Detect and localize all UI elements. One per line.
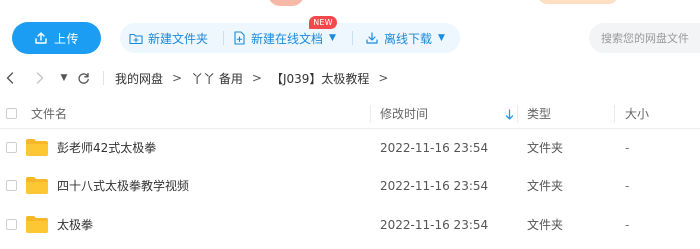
file-manager-window: 上传 新建文件夹 新建在线文档 ▼ 离线下载 ▼ NEW 搜索您的网盘文件 ▼ … [0, 0, 700, 249]
table-row[interactable]: 四十八式太极拳教学视频 2022-11-16 23:54 文件夹 - [0, 167, 700, 205]
file-table-header: 文件名 修改时间 类型 大小 [0, 99, 700, 129]
download-icon [366, 32, 378, 44]
file-type: 文件夹 [527, 218, 564, 232]
row-checkbox[interactable] [6, 180, 17, 191]
new-doc-icon [234, 31, 245, 45]
chevron-down-icon: ▼ [329, 33, 336, 43]
offline-download-label: 离线下载 [384, 31, 433, 46]
file-modified: 2022-11-16 23:54 [380, 141, 489, 155]
back-arrow-icon[interactable] [2, 69, 18, 87]
file-modified: 2022-11-16 23:54 [380, 218, 489, 232]
breadcrumb-item[interactable]: 丫丫 备用 [191, 70, 243, 87]
toolbar-actions: 新建文件夹 新建在线文档 ▼ 离线下载 ▼ [120, 23, 460, 53]
new-folder-label: 新建文件夹 [148, 31, 209, 46]
select-all-checkbox[interactable] [6, 108, 17, 119]
file-type: 文件夹 [527, 179, 564, 193]
toolbar-divider [223, 31, 224, 45]
column-header-size[interactable]: 大小 [625, 99, 649, 129]
new-badge: NEW [309, 16, 337, 29]
column-header-type[interactable]: 类型 [527, 99, 551, 129]
column-divider [614, 105, 615, 123]
forward-arrow-icon[interactable] [32, 69, 48, 87]
toolbar-divider [352, 31, 353, 45]
file-name[interactable]: 彭老师42式太极拳 [57, 129, 156, 167]
row-checkbox[interactable] [6, 142, 17, 153]
file-name[interactable]: 四十八式太极拳教学视频 [57, 167, 189, 205]
breadcrumb: 我的网盘 > 丫丫 备用 > 【J039】太极教程 > [115, 64, 397, 92]
upload-button[interactable]: 上传 [12, 22, 101, 54]
refresh-icon[interactable] [75, 69, 91, 87]
folder-icon [26, 139, 48, 156]
offline-download-button[interactable]: 离线下载 ▼ [365, 23, 445, 53]
chevron-down-icon: ▼ [438, 33, 445, 43]
upload-label: 上传 [53, 31, 79, 46]
row-checkbox[interactable] [6, 219, 17, 230]
file-modified: 2022-11-16 23:54 [380, 179, 489, 193]
upload-icon [35, 32, 47, 44]
folder-icon [26, 216, 48, 233]
new-folder-button[interactable]: 新建文件夹 [129, 23, 208, 53]
file-name[interactable]: 太极拳 [57, 206, 93, 244]
search-input[interactable]: 搜索您的网盘文件 [589, 23, 700, 53]
file-size: - [625, 141, 630, 155]
file-size: - [625, 218, 630, 232]
table-row[interactable]: 太极拳 2022-11-16 23:54 文件夹 - [0, 206, 700, 244]
file-type: 文件夹 [527, 141, 564, 155]
history-dropdown-icon[interactable]: ▼ [56, 69, 72, 87]
folder-icon [26, 177, 48, 194]
top-decoration [538, 0, 618, 4]
chevron-right-icon: > [251, 71, 262, 85]
new-folder-icon [129, 33, 143, 44]
breadcrumb-item[interactable]: 我的网盘 [115, 70, 163, 87]
top-decoration [268, 0, 304, 6]
column-header-modified[interactable]: 修改时间 [380, 99, 428, 129]
search-placeholder: 搜索您的网盘文件 [601, 32, 689, 45]
navigation-bar: ▼ 我的网盘 > 丫丫 备用 > 【J039】太极教程 > [0, 64, 700, 92]
file-size: - [625, 179, 630, 193]
nav-divider [103, 71, 104, 85]
column-divider [370, 105, 371, 123]
column-header-name[interactable]: 文件名 [31, 99, 67, 129]
chevron-right-icon[interactable]: > [378, 71, 388, 85]
table-row[interactable]: 彭老师42式太极拳 2022-11-16 23:54 文件夹 - [0, 129, 700, 167]
sort-down-arrow-icon[interactable] [505, 99, 514, 129]
breadcrumb-item[interactable]: 【J039】太极教程 [271, 70, 369, 87]
column-divider [517, 105, 518, 123]
new-online-doc-label: 新建在线文档 [251, 31, 324, 46]
chevron-right-icon: > [172, 71, 183, 85]
